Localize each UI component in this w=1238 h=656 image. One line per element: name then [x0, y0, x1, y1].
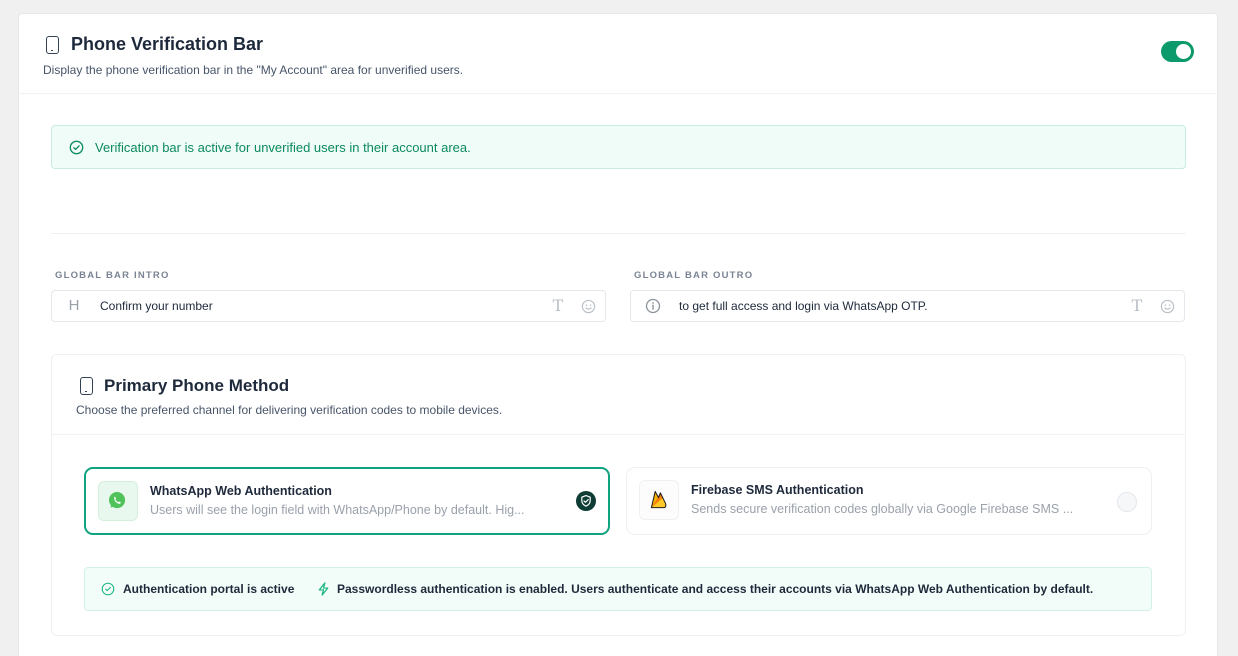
intro-input[interactable]: [100, 297, 520, 315]
selected-shield-icon: [576, 491, 596, 511]
firebase-icon: [639, 480, 679, 520]
phone-icon: [46, 36, 59, 54]
check-circle-icon: [101, 582, 115, 596]
heading-icon: H: [68, 297, 80, 314]
outro-field[interactable]: T: [630, 290, 1185, 322]
method-title: Primary Phone Method: [104, 376, 290, 395]
option-firebase[interactable]: Firebase SMS Authentication Sends secure…: [626, 467, 1152, 535]
option-description: Sends secure verification codes globally…: [691, 502, 1074, 516]
option-title: Firebase SMS Authentication: [691, 483, 864, 497]
check-circle-icon: [69, 140, 84, 155]
section-divider: [51, 233, 1186, 234]
method-subtitle: Choose the preferred channel for deliver…: [76, 403, 503, 417]
intro-field[interactable]: H T: [51, 290, 606, 322]
option-title: WhatsApp Web Authentication: [150, 484, 332, 498]
card-header: Phone Verification Bar Display the phone…: [19, 14, 1217, 94]
lightning-icon: [318, 582, 329, 596]
info-icon: [645, 298, 661, 314]
intro-label: GLOBAL BAR INTRO: [55, 270, 170, 281]
passwordless-message: Passwordless authentication is enabled. …: [337, 582, 1094, 596]
option-description: Users will see the login field with What…: [150, 503, 525, 517]
radio-button[interactable]: [1117, 492, 1137, 512]
outro-label: GLOBAL BAR OUTRO: [634, 270, 754, 281]
whatsapp-icon: [98, 481, 138, 521]
phone-verification-card: Phone Verification Bar Display the phone…: [18, 13, 1218, 656]
notice-text: Verification bar is active for unverifie…: [95, 140, 471, 155]
card-title: Phone Verification Bar: [71, 34, 264, 54]
portal-status-text: Authentication portal is active: [123, 582, 295, 596]
text-format-icon[interactable]: T: [550, 298, 566, 314]
outro-input[interactable]: [679, 297, 1099, 315]
emoji-icon[interactable]: [581, 299, 596, 314]
phone-icon: [80, 377, 93, 395]
card-subtitle: Display the phone verification bar in th…: [43, 63, 464, 77]
enable-toggle[interactable]: [1161, 41, 1194, 62]
emoji-icon[interactable]: [1160, 299, 1175, 314]
active-notice: Verification bar is active for unverifie…: [51, 125, 1186, 169]
auth-status-bar: Authentication portal is active Password…: [84, 567, 1152, 611]
method-header: Primary Phone Method Choose the preferre…: [52, 355, 1185, 435]
primary-method-section: Primary Phone Method Choose the preferre…: [51, 354, 1186, 636]
text-format-icon[interactable]: T: [1129, 298, 1145, 314]
option-whatsapp[interactable]: WhatsApp Web Authentication Users will s…: [84, 467, 610, 535]
